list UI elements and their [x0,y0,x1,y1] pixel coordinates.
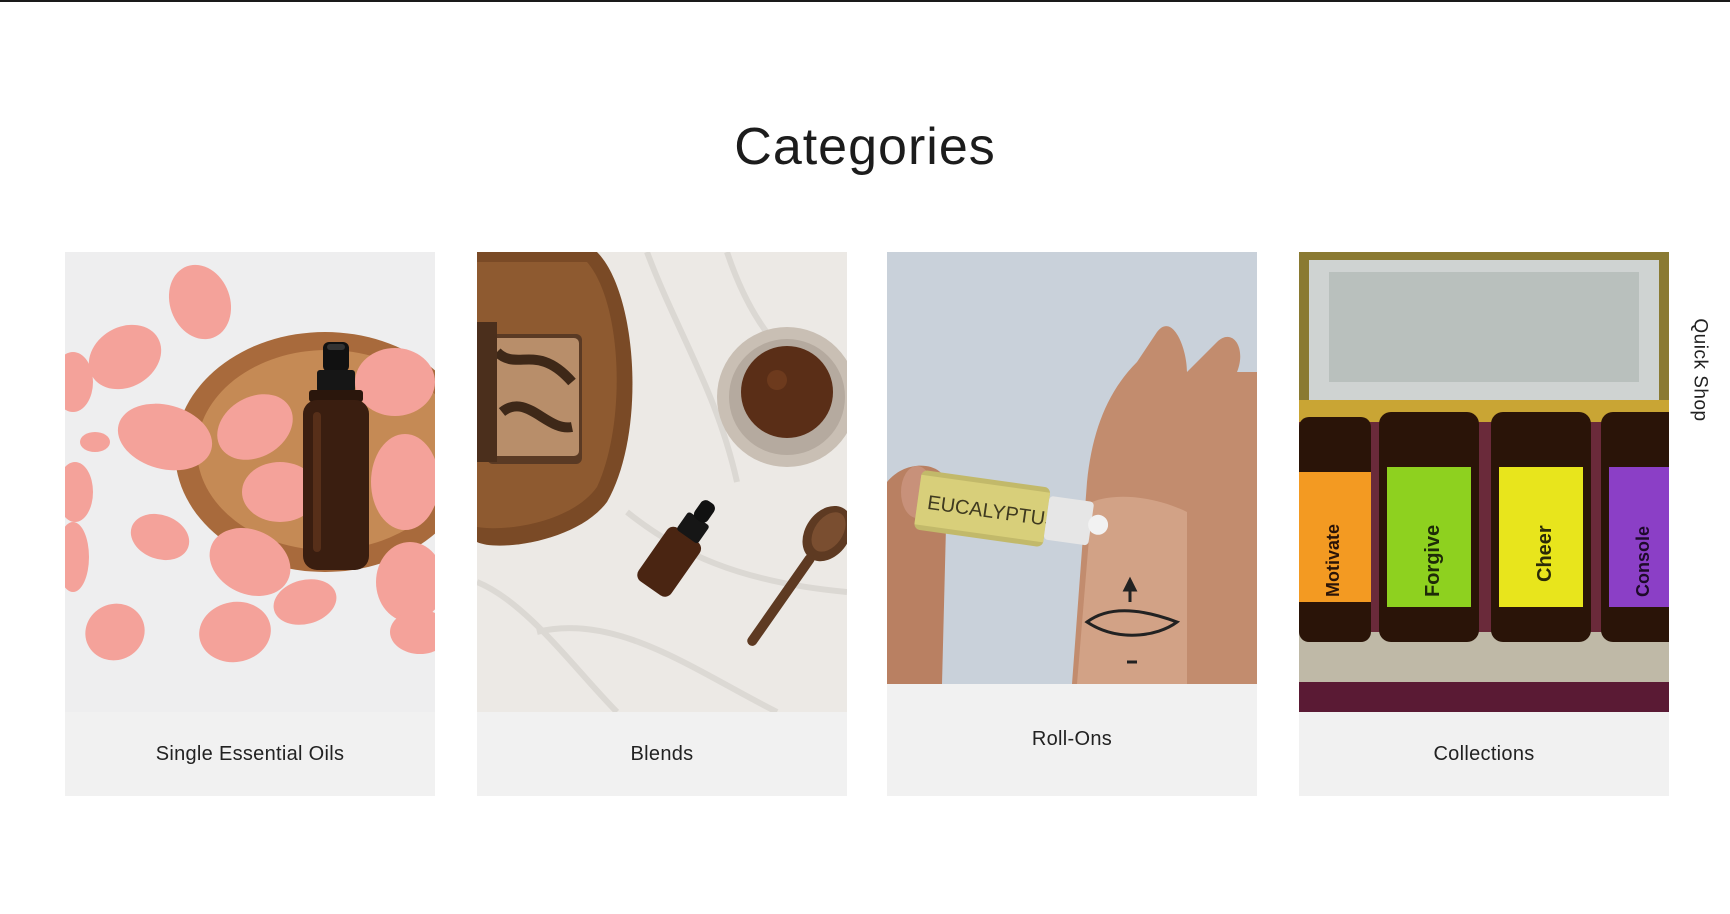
category-card-blends[interactable]: Blends [477,252,847,796]
section-title: Categories [734,118,996,176]
category-label-roll-ons: Roll-Ons [887,684,1257,796]
bottle-label-console: Console [1633,526,1653,597]
category-image-roll-ons: EUCALYPTUS [887,252,1257,684]
category-label-collections: Collections [1299,712,1669,796]
bottle-label-cheer: Cheer [1534,525,1556,582]
category-image-single-essential-oils [65,252,435,712]
quick-shop-label: Quick Shop [1690,318,1712,422]
category-card-collections[interactable]: Motivate Forgive Cheer Console Collectio… [1299,252,1669,796]
category-label-single-essential-oils: Single Essential Oils [65,712,435,796]
bottle-label-forgive: Forgive [1422,525,1444,597]
category-card-single-essential-oils[interactable]: Single Essential Oils [65,252,435,796]
category-card-roll-ons[interactable]: EUCALYPTUS Roll-Ons [887,252,1257,796]
quick-shop-tab[interactable]: Quick Shop [1675,310,1725,430]
category-image-collections: Motivate Forgive Cheer Console [1299,252,1669,712]
category-image-blends [477,252,847,712]
top-divider [0,0,1730,2]
category-label-blends: Blends [477,712,847,796]
bottle-label-motivate: Motivate [1323,524,1343,597]
